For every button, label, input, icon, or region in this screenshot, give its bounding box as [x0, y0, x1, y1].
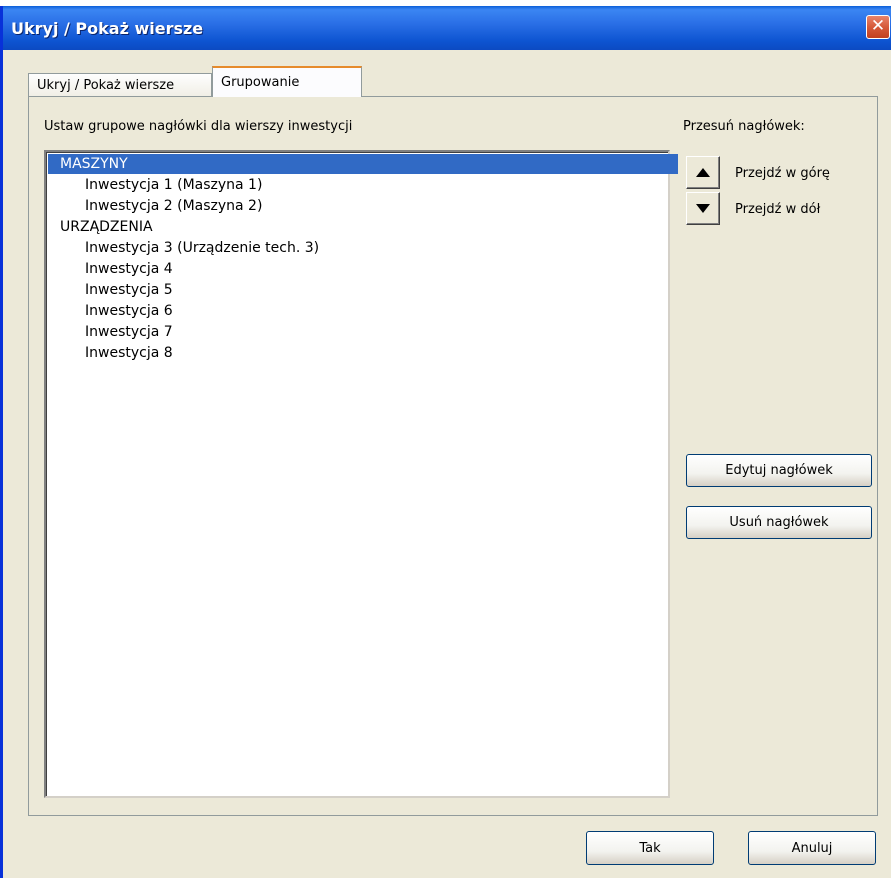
list-item-investment[interactable]: Inwestycja 5 [48, 280, 173, 300]
list-item-investment[interactable]: Inwestycja 7 [48, 322, 173, 342]
delete-header-button[interactable]: Usuń nagłówek [686, 506, 872, 539]
instruction-label: Ustaw grupowe nagłówki dla wierszy inwes… [44, 119, 353, 134]
tab-show-hide-rows[interactable]: Ukryj / Pokaż wiersze [28, 73, 212, 96]
dialog-window: Ukryj / Pokaż wiersze ✕ Ukryj / Pokaż wi… [0, 6, 891, 878]
list-item-investment[interactable]: Inwestycja 1 (Maszyna 1) [48, 175, 262, 195]
move-down-button[interactable] [686, 192, 720, 225]
tab-grouping[interactable]: Grupowanie [212, 66, 362, 97]
cancel-button[interactable]: Anuluj [748, 831, 876, 865]
list-item-investment[interactable]: Inwestycja 6 [48, 301, 173, 321]
tab-panel-grouping: Ustaw grupowe nagłówki dla wierszy inwes… [28, 96, 878, 816]
move-header-label: Przesuń nagłówek: [683, 119, 805, 134]
tab-label: Grupowanie [221, 75, 300, 90]
ok-button[interactable]: Tak [586, 831, 714, 865]
edit-header-button[interactable]: Edytuj nagłówek [686, 454, 872, 487]
tab-label: Ukryj / Pokaż wiersze [37, 78, 175, 93]
move-down-label: Przejdź w dół [735, 202, 821, 217]
list-item-investment[interactable]: Inwestycja 4 [48, 259, 173, 279]
list-item-group-header[interactable]: URZĄDZENIA [48, 217, 153, 237]
group-headers-list[interactable]: MASZYNY Inwestycja 1 (Maszyna 1) Inwestycj… [44, 150, 678, 798]
arrow-up-icon [696, 168, 710, 177]
list-item-investment[interactable]: Inwestycja 2 (Maszyna 2) [48, 196, 262, 216]
window-title: Ukryj / Pokaż wiersze [11, 19, 204, 38]
title-bar[interactable]: Ukryj / Pokaż wiersze ✕ [3, 6, 891, 50]
list-item-investment[interactable]: Inwestycja 3 (Urządzenie tech. 3) [48, 238, 319, 258]
move-up-button[interactable] [686, 156, 720, 189]
arrow-down-icon [696, 204, 710, 213]
move-up-label: Przejdź w górę [735, 166, 830, 181]
close-icon: ✕ [870, 16, 886, 36]
list-item-investment[interactable]: Inwestycja 8 [48, 343, 173, 363]
close-button[interactable]: ✕ [866, 15, 890, 39]
list-item-group-header[interactable]: MASZYNY [48, 154, 678, 174]
